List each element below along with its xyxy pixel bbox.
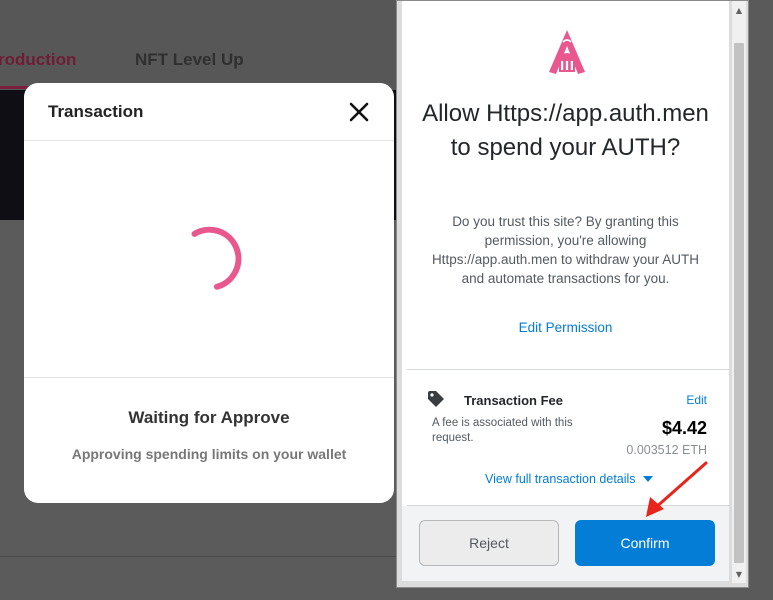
fee-note: A fee is associated with this request. [432, 417, 573, 444]
modal-header: Transaction [24, 83, 394, 141]
status-section: Waiting for Approve Approving spending l… [24, 378, 394, 462]
tab-introduction[interactable]: roduction [0, 50, 76, 70]
action-footer: Reject Confirm [402, 506, 729, 581]
background-tab-bar: roduction NFT Level Up [0, 0, 400, 90]
view-details-link[interactable]: View full transaction details [485, 472, 653, 486]
fee-edit-link[interactable]: Edit [686, 393, 707, 407]
tag-icon [428, 391, 444, 407]
scrollbar[interactable]: ▲ ▼ [732, 1, 746, 583]
confirm-button[interactable]: Confirm [575, 520, 715, 566]
transaction-modal: Transaction Waiting for Approve Approvin… [24, 83, 394, 503]
scroll-thumb[interactable] [734, 43, 744, 563]
edit-permission-link[interactable]: Edit Permission [412, 320, 719, 335]
view-details-label: View full transaction details [485, 472, 636, 486]
fee-label: Transaction Fee [464, 393, 563, 408]
tab-nft-level-up[interactable]: NFT Level Up [135, 50, 244, 70]
loading-spinner-icon [191, 226, 242, 290]
wallet-content: Allow Https://app.auth.men to spend your… [402, 1, 729, 581]
background-divider [0, 556, 400, 557]
spinner-area [24, 141, 394, 378]
auth-logo-icon [549, 30, 585, 74]
fee-usd-amount: $4.42 [661, 418, 707, 438]
allow-description: Do you trust this site? By granting this… [431, 214, 700, 286]
close-icon[interactable] [348, 101, 370, 123]
allow-heading: Allow Https://app.auth.men to spend your… [422, 100, 709, 161]
transaction-fee-section: Transaction Fee Edit A fee is associated… [407, 369, 729, 506]
wallet-popup-window: Allow Https://app.auth.men to spend your… [396, 0, 749, 588]
status-subtitle: Approving spending limits on your wallet [71, 446, 347, 462]
status-title: Waiting for Approve [128, 408, 290, 427]
fee-eth-amount: 0.003512 ETH [626, 443, 707, 457]
reject-button[interactable]: Reject [419, 520, 559, 566]
scroll-down-arrow-icon[interactable]: ▼ [732, 567, 746, 581]
chevron-down-icon [642, 476, 653, 482]
modal-title: Transaction [48, 101, 144, 121]
scroll-up-arrow-icon[interactable]: ▲ [732, 3, 746, 17]
